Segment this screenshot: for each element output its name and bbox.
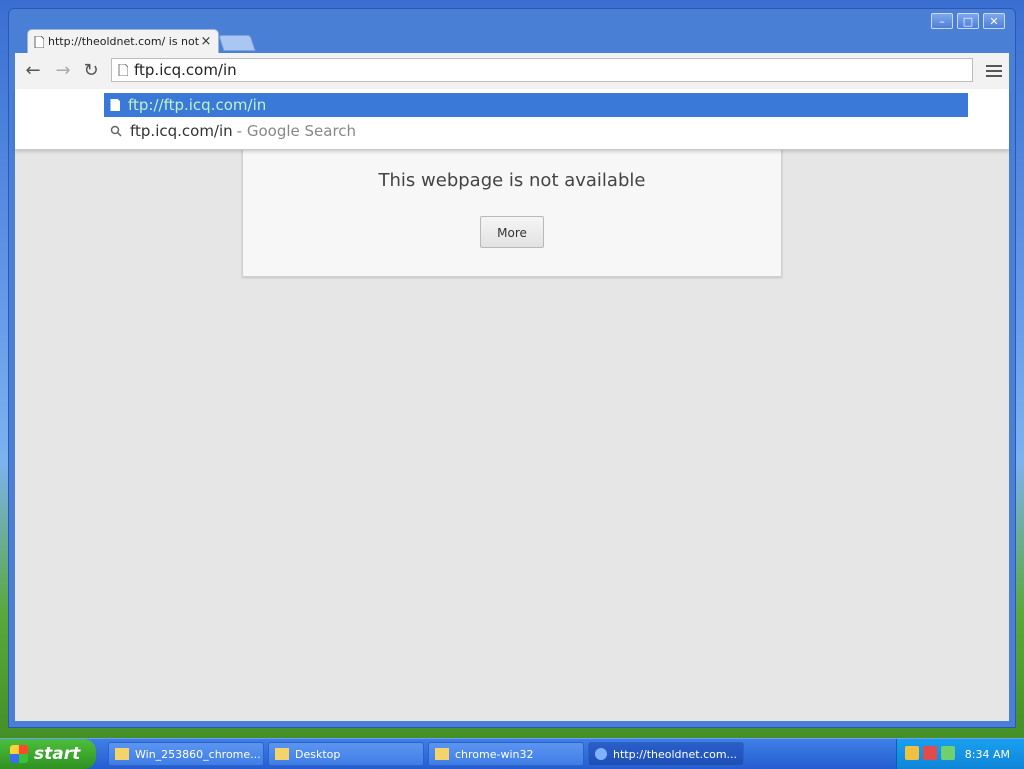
suggestion-text: ftp.icq.com/in <box>130 122 233 140</box>
taskbar-item[interactable]: chrome-win32 <box>428 742 584 766</box>
taskbar-item-label: Desktop <box>295 747 341 761</box>
taskbar-item-label: http://theoldnet.com... <box>613 747 738 761</box>
taskbar: start Win_253860_chrome... Desktop chrom… <box>0 738 1024 769</box>
chrome-icon <box>595 748 607 760</box>
folder-icon <box>115 748 129 760</box>
error-card: This webpage is not available More <box>242 147 782 277</box>
tray-icon[interactable] <box>905 746 919 760</box>
window-controls: – □ ✕ <box>931 13 1005 29</box>
tab-close-icon[interactable]: × <box>200 34 212 49</box>
suggestion-text: ftp://ftp.icq.com/in <box>128 96 267 114</box>
browser-tab[interactable]: http://theoldnet.com/ is not × <box>27 29 219 53</box>
back-button[interactable]: ← <box>23 61 43 81</box>
clock: 8:34 AM <box>964 747 1010 761</box>
suggestion-suffix: - Google Search <box>236 122 357 140</box>
omnibox-dropdown: ftp://ftp.icq.com/in ftp.icq.com/in - Go… <box>15 89 1009 150</box>
network-icon[interactable] <box>941 746 955 760</box>
browser-toolbar: ← → ↻ ftp.icq.com/in <box>15 53 1009 90</box>
page-icon <box>110 99 120 111</box>
new-tab-button[interactable] <box>218 35 256 51</box>
taskbar-item[interactable]: http://theoldnet.com... <box>588 742 744 766</box>
address-bar[interactable]: ftp.icq.com/in <box>111 58 973 82</box>
windows-logo-icon <box>10 745 28 763</box>
browser-window: – □ ✕ http://theoldnet.com/ is not × Thi… <box>8 8 1016 728</box>
taskbar-item[interactable]: Desktop <box>268 742 424 766</box>
suggestion-row[interactable]: ftp.icq.com/in - Google Search <box>104 119 968 143</box>
menu-icon[interactable] <box>985 62 1003 80</box>
start-label: start <box>34 744 81 764</box>
taskbar-item[interactable]: Win_253860_chrome... <box>108 742 264 766</box>
close-button[interactable]: ✕ <box>983 13 1005 29</box>
minimize-button[interactable]: – <box>931 13 953 29</box>
suggestion-row[interactable]: ftp://ftp.icq.com/in <box>104 93 968 117</box>
page-content: This webpage is not available More <box>15 89 1009 721</box>
address-bar-text: ftp.icq.com/in <box>134 61 237 79</box>
reload-button[interactable]: ↻ <box>81 61 101 81</box>
taskbar-item-label: chrome-win32 <box>455 747 534 761</box>
folder-icon <box>275 748 289 760</box>
tab-title: http://theoldnet.com/ is not <box>48 35 200 48</box>
maximize-button[interactable]: □ <box>957 13 979 29</box>
security-shield-icon[interactable] <box>923 746 937 760</box>
system-tray: 8:34 AM <box>896 739 1024 769</box>
error-title: This webpage is not available <box>378 170 646 191</box>
more-button[interactable]: More <box>480 216 544 248</box>
page-icon <box>118 64 128 76</box>
forward-button[interactable]: → <box>53 61 73 81</box>
search-icon <box>110 125 122 137</box>
title-bar: – □ ✕ http://theoldnet.com/ is not × <box>9 9 1015 53</box>
folder-icon <box>435 748 449 760</box>
start-button[interactable]: start <box>0 739 96 769</box>
page-icon <box>34 35 44 48</box>
taskbar-item-label: Win_253860_chrome... <box>135 747 261 761</box>
